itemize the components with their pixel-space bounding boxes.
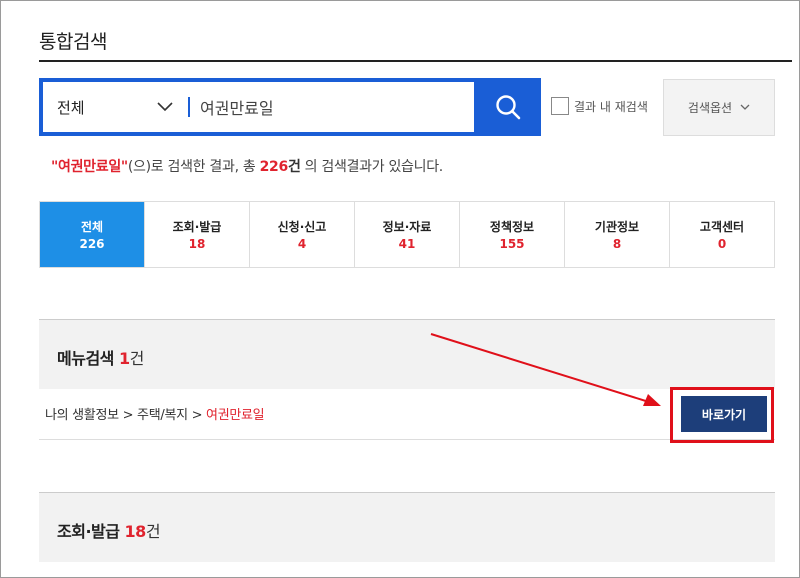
search-options-button[interactable]: 검색옵션: [663, 79, 775, 136]
chevron-down-icon: [740, 104, 750, 110]
tab-support[interactable]: 고객센터 0: [670, 202, 774, 267]
search-input[interactable]: [200, 82, 474, 132]
tab-label: 조회·발급: [172, 220, 222, 234]
checkbox-box[interactable]: [551, 97, 569, 115]
list-item: 나의 생활정보 > 주택/복지 > 여권만료일: [39, 390, 775, 440]
tab-label: 신청·신고: [277, 220, 327, 234]
tab-agency[interactable]: 기관정보 8: [565, 202, 670, 267]
search-options-label: 검색옵션: [687, 101, 733, 115]
result-total: 226: [259, 159, 289, 175]
tab-label: 전체: [80, 220, 104, 234]
search-scope-select[interactable]: 전체: [43, 82, 188, 132]
search-cursor-divider: [188, 97, 190, 117]
search-icon: [495, 95, 520, 120]
tab-label: 정책정보: [489, 220, 535, 234]
tab-count: 226: [79, 237, 105, 251]
result-text-a: (으)로 검색한 결과, 총: [127, 159, 260, 175]
title-divider: [39, 60, 792, 62]
tab-count: 155: [499, 237, 525, 251]
search-button[interactable]: [474, 78, 541, 136]
section-count: 18: [124, 522, 147, 541]
menu-path[interactable]: 나의 생활정보 > 주택/복지 > 여권만료일: [45, 404, 265, 423]
refine-search-checkbox[interactable]: 결과 내 재검색: [551, 97, 648, 115]
tab-label: 기관정보: [594, 220, 640, 234]
result-keyword: "여권만료일": [51, 159, 128, 175]
chevron-down-icon: [157, 102, 173, 112]
issue-section: 조회·발급 18건: [39, 492, 775, 562]
search-scope-label: 전체: [57, 98, 85, 117]
section-unit: 건: [129, 349, 145, 368]
tab-count: 18: [188, 237, 206, 251]
tab-issue[interactable]: 조회·발급 18: [145, 202, 250, 267]
tab-count: 41: [398, 237, 416, 251]
section-title: 메뉴검색 1건: [57, 345, 144, 369]
result-summary: "여권만료일"(으)로 검색한 결과, 총 226건 의 검색결과가 있습니다.: [51, 156, 443, 176]
tab-policy[interactable]: 정책정보 155: [460, 202, 565, 267]
tab-all[interactable]: 전체 226: [40, 202, 145, 267]
category-tabs: 전체 226 조회·발급 18 신청·신고 4 정보·자료 41 정책정보 155 기관정…: [39, 201, 775, 268]
section-unit: 건: [145, 522, 161, 541]
menu-path-prefix: 나의 생활정보 > 주택/복지 >: [45, 408, 207, 423]
menu-search-section: 메뉴검색 1건: [39, 319, 775, 389]
result-text-b: 의 검색결과가 있습니다.: [300, 159, 444, 175]
page-title: 통합검색: [39, 31, 107, 53]
section-count: 1: [118, 349, 130, 368]
tab-info[interactable]: 정보·자료 41: [355, 202, 460, 267]
tab-label: 고객센터: [699, 220, 745, 234]
section-title-text: 메뉴검색: [57, 349, 114, 368]
tab-count: 8: [612, 237, 622, 251]
menu-path-highlight: 여권만료일: [206, 408, 265, 423]
tab-apply[interactable]: 신청·신고 4: [250, 202, 355, 267]
result-unit: 건: [287, 159, 301, 175]
refine-search-label: 결과 내 재검색: [574, 99, 648, 114]
section-title: 조회·발급 18건: [57, 518, 161, 542]
tab-count: 0: [717, 237, 727, 251]
tab-count: 4: [297, 237, 307, 251]
go-button[interactable]: 바로가기: [681, 396, 767, 432]
section-title-text: 조회·발급: [57, 522, 120, 541]
tab-label: 정보·자료: [382, 220, 432, 234]
search-box: 전체: [39, 78, 541, 136]
